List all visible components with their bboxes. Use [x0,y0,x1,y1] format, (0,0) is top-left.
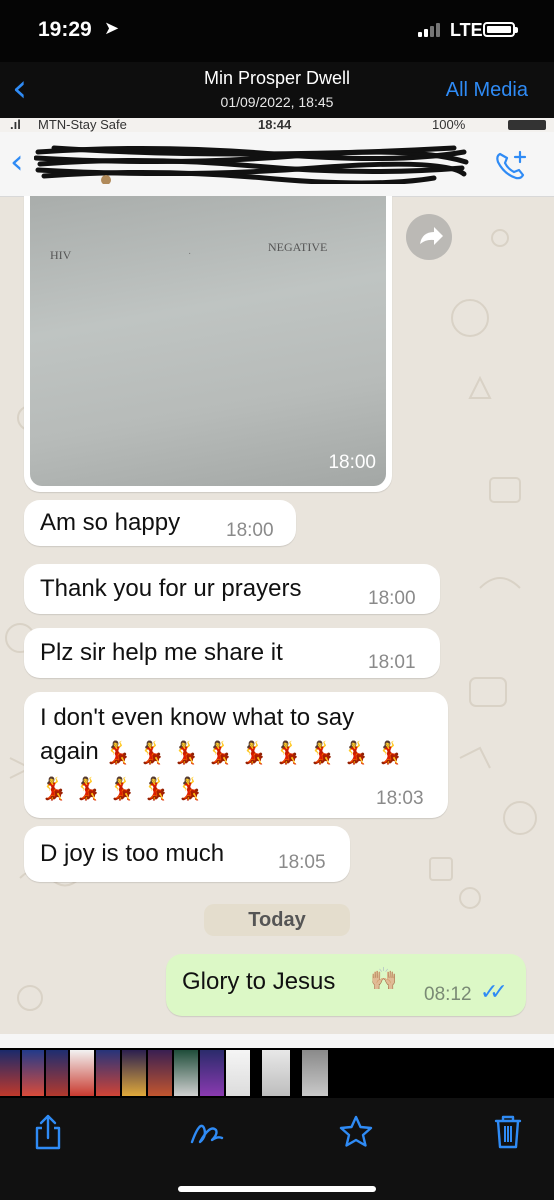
thumbnail[interactable] [226,1050,250,1096]
whatsapp-screenshot: .ıl MTN-Stay Safe 18:44 100% ‹ HIV · NEG… [0,118,554,1048]
screenshot-time: 18:44 [258,118,292,132]
message-text: D joy is too much [40,840,225,867]
dancer-emoji: 💃 [138,740,166,765]
thumbnail[interactable] [200,1050,224,1096]
dancer-emoji: 💃 [376,740,404,765]
forward-arrow-icon [420,227,443,245]
read-receipt-icon: ✓✓ [480,980,508,1005]
share-icon[interactable] [28,1112,68,1152]
cellular-signal-icon [418,23,440,37]
message-text: Glory to Jesus [182,968,336,995]
signal-bars-icon: .ıl [10,118,21,132]
dancer-emoji: 💃 [206,740,234,765]
message-input-bar [0,1034,554,1048]
thumbnail[interactable] [148,1050,172,1096]
dancer-emoji: 💃 [172,740,200,765]
thumbnail[interactable] [262,1050,290,1096]
chat-header: ‹ [0,132,554,197]
photo-nav-bar: ‹ Min Prosper Dwell 01/09/2022, 18:45 Al… [0,62,554,120]
message-time: 18:00 [368,588,416,609]
add-call-icon [496,150,527,180]
photo-label-right: NEGATIVE [268,240,328,254]
home-indicator [178,1186,376,1192]
thumbnail[interactable] [174,1050,198,1096]
network-type: LTE [450,20,483,40]
message-time: 18:03 [376,788,424,809]
dancer-emoji: 💃 [142,776,170,801]
dancer-emoji: 💃 [40,776,68,801]
outgoing-message: Glory to Jesus 🙌🏼 08:12 ✓✓ [166,954,526,1016]
status-time: 19:29 [38,18,92,41]
dancer-emoji: 💃 [104,740,132,765]
trash-icon[interactable] [488,1112,528,1152]
incoming-message: Plz sir help me share it 18:01 [24,628,440,678]
carrier-name: MTN-Stay Safe [38,118,127,132]
praising-hands-emoji: 🙌🏼 [370,966,398,991]
message-text: Thank you for ur prayers [40,575,302,602]
test-result-photo: HIV · NEGATIVE 18:00 [30,196,386,486]
date-separator: Today [204,904,350,936]
thumbnail[interactable] [302,1050,328,1096]
message-text-line2: again [40,738,99,765]
image-message-time: 18:00 [328,452,376,473]
message-text: I don't even know what to say [40,704,355,731]
thumbnail[interactable] [22,1050,44,1096]
thumbnail[interactable] [70,1050,94,1096]
incoming-message: D joy is too much 18:05 [24,826,350,882]
status-bar: 19:29 ➤ LTE [0,0,554,62]
message-time: 18:05 [278,852,326,873]
message-time: 18:00 [226,520,274,541]
back-chevron-icon: ‹ [10,142,24,182]
dancer-emoji: 💃 [274,740,302,765]
incoming-message: I don't even know what to say again 💃 💃 … [24,692,448,818]
all-media-button[interactable]: All Media [446,79,528,102]
location-arrow-icon: ➤ [104,18,120,38]
dancer-emoji: 💃 [108,776,136,801]
message-text: Plz sir help me share it [40,639,283,666]
incoming-message: Thank you for ur prayers 18:00 [24,564,440,614]
incoming-message: Am so happy 18:00 [24,500,296,546]
dancer-emoji: 💃 [176,776,204,801]
thumbnail[interactable] [122,1050,146,1096]
dancer-emoji: 💃 [74,776,102,801]
message-text: Am so happy [40,509,181,536]
thumbnail-strip[interactable] [0,1048,554,1098]
photo-label-left: HIV [50,248,72,262]
thumbnail[interactable] [46,1050,68,1096]
thumbnail[interactable] [96,1050,120,1096]
markup-pen-icon[interactable] [186,1112,226,1152]
forward-button [406,214,452,260]
message-time: 18:01 [368,652,416,673]
dancer-emoji: 💃 [240,740,268,765]
dancer-emoji: 💃 [308,740,336,765]
redaction-scribble [34,145,469,184]
thumbnail[interactable] [0,1050,20,1096]
message-time: 08:12 [424,984,472,1005]
image-message: HIV · NEGATIVE 18:00 [24,196,392,492]
battery-icon [483,22,518,37]
battery-icon [508,120,546,130]
dancer-emoji: 💃 [342,740,370,765]
battery-percent: 100% [432,118,466,132]
screenshot-status-bar: .ıl MTN-Stay Safe 18:44 100% [0,118,554,132]
star-icon[interactable] [336,1112,376,1152]
bottom-toolbar [0,1098,554,1200]
